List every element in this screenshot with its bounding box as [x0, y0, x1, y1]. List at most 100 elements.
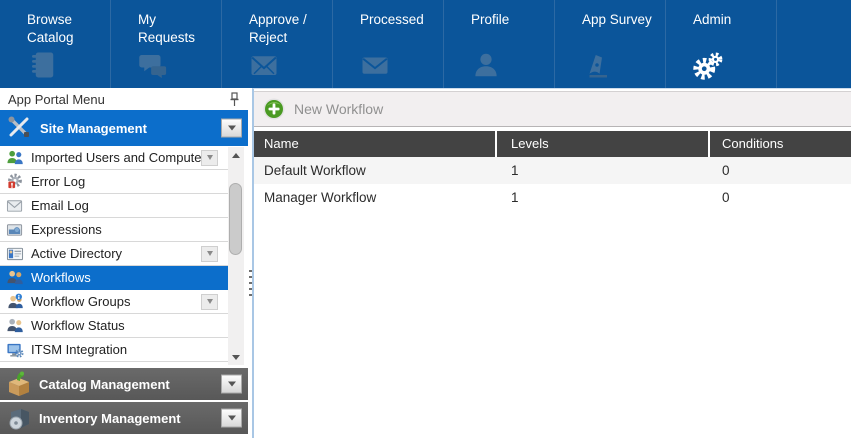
section-expand-button[interactable] — [221, 375, 242, 394]
sidebar-title: App Portal Menu — [8, 92, 105, 107]
imported-users-icon — [5, 149, 25, 166]
nav-label: Admin — [693, 11, 770, 29]
nav-label: Profile — [471, 11, 548, 29]
nav-label: App Survey — [582, 11, 659, 29]
section-expand-button[interactable] — [221, 409, 242, 428]
workflows-people-icon — [5, 269, 25, 286]
nav-item-profile[interactable]: Profile — [444, 0, 555, 88]
nav-label: Processed — [360, 11, 437, 29]
sidebar-header: App Portal Menu — [0, 88, 248, 110]
scrollbar-thumb[interactable] — [229, 183, 242, 255]
section-label: Inventory Management — [39, 411, 181, 426]
sidebar-section-catalog-management[interactable]: Catalog Management — [0, 368, 248, 400]
app-portal-window: Browse Catalog My Requests Approve / Rej… — [0, 0, 851, 438]
gears-icon — [693, 50, 723, 80]
email-envelope-icon — [5, 197, 25, 214]
sidebar: App Portal Menu Site Management — [0, 88, 248, 438]
column-header-conditions[interactable]: Conditions — [710, 131, 851, 157]
chevron-down-icon — [228, 382, 236, 387]
tools-icon — [5, 114, 35, 142]
sidebar-scrollbar[interactable] — [228, 147, 244, 365]
menu-item-label: Workflow Groups — [31, 294, 130, 309]
menu-item-label: Workflows — [31, 270, 91, 285]
sidebar-item-imported-users-and-computers[interactable]: Imported Users and Computers — [0, 146, 228, 170]
chevron-up-icon — [232, 153, 240, 158]
sidebar-item-email-log[interactable]: Email Log — [0, 194, 228, 218]
sidebar-item-itsm-integration[interactable]: ITSM Integration — [0, 338, 228, 362]
item-dropdown-button[interactable] — [201, 246, 218, 262]
pen-nib-icon — [582, 50, 612, 80]
content-area: App Portal Menu Site Management — [0, 88, 851, 438]
menu-list: Imported Users and Computers — [0, 146, 228, 362]
nav-item-app-survey[interactable]: App Survey — [555, 0, 666, 88]
chevron-down-icon — [207, 251, 213, 256]
cell-conditions: 0 — [710, 184, 851, 211]
site-management-menu: Imported Users and Computers — [0, 146, 248, 366]
nav-label: Approve / Reject — [249, 11, 326, 46]
scroll-up-button[interactable] — [228, 147, 244, 163]
nav-item-browse-catalog[interactable]: Browse Catalog — [0, 0, 111, 88]
menu-item-label: Error Log — [31, 174, 85, 189]
section-collapse-button[interactable] — [221, 119, 242, 138]
table-row-default-workflow[interactable]: Default Workflow 1 0 — [254, 157, 851, 184]
sidebar-item-workflow-groups[interactable]: Workflow Groups — [0, 290, 228, 314]
workflow-groups-icon — [5, 293, 25, 310]
table-header-row: Name Levels Conditions — [254, 131, 851, 157]
cell-name: Default Workflow — [254, 157, 497, 184]
item-dropdown-button[interactable] — [201, 150, 218, 166]
sidebar-item-expressions[interactable]: Expressions — [0, 218, 228, 242]
nav-label: My Requests — [138, 11, 215, 46]
expressions-window-icon — [5, 221, 25, 238]
splitter-grip-icon — [249, 270, 252, 298]
chat-bubbles-icon — [138, 50, 168, 80]
sidebar-section-site-management[interactable]: Site Management — [0, 110, 248, 146]
sidebar-item-workflows[interactable]: Workflows — [0, 266, 228, 290]
workflow-toolbar: New Workflow — [254, 91, 851, 127]
itsm-monitor-icon — [5, 341, 25, 358]
person-icon — [471, 50, 501, 80]
menu-item-label: Expressions — [31, 222, 102, 237]
new-workflow-label: New Workflow — [294, 101, 383, 117]
sidebar-section-inventory-management[interactable]: Inventory Management — [0, 402, 248, 434]
scroll-down-button[interactable] — [228, 349, 244, 365]
cell-levels: 1 — [497, 157, 710, 184]
nav-item-approve-reject[interactable]: Approve / Reject — [222, 0, 333, 88]
menu-item-label: Active Directory — [31, 246, 122, 261]
sidebar-item-workflow-status[interactable]: Workflow Status — [0, 314, 228, 338]
nav-item-processed[interactable]: Processed — [333, 0, 444, 88]
chevron-down-icon — [228, 416, 236, 421]
top-navigation: Browse Catalog My Requests Approve / Rej… — [0, 0, 851, 88]
column-header-name[interactable]: Name — [254, 131, 497, 157]
cell-levels: 1 — [497, 184, 710, 211]
panel-splitter[interactable] — [248, 88, 252, 438]
catalog-box-icon — [4, 370, 34, 398]
column-header-levels[interactable]: Levels — [497, 131, 710, 157]
green-plus-icon — [263, 98, 285, 120]
new-workflow-button[interactable]: New Workflow — [263, 98, 383, 120]
chevron-down-icon — [228, 126, 236, 131]
workflows-panel: New Workflow Name Levels Conditions Defa… — [252, 88, 851, 438]
pin-icon[interactable] — [229, 92, 240, 107]
sidebar-item-error-log[interactable]: Error Log — [0, 170, 228, 194]
section-label: Site Management — [40, 121, 147, 136]
chevron-down-icon — [207, 155, 213, 160]
directory-card-icon — [5, 245, 25, 262]
cell-conditions: 0 — [710, 157, 851, 184]
menu-item-label: Workflow Status — [31, 318, 125, 333]
menu-item-label: Email Log — [31, 198, 89, 213]
envelope-icon — [360, 50, 390, 80]
nav-item-my-requests[interactable]: My Requests — [111, 0, 222, 88]
catalog-book-icon — [27, 50, 57, 80]
sidebar-item-active-directory[interactable]: Active Directory — [0, 242, 228, 266]
table-row-manager-workflow[interactable]: Manager Workflow 1 0 — [254, 184, 851, 211]
nav-spacer — [777, 0, 851, 88]
chevron-down-icon — [207, 299, 213, 304]
workflow-status-icon — [5, 317, 25, 334]
error-gear-icon — [5, 173, 25, 190]
section-label: Catalog Management — [39, 377, 170, 392]
nav-item-admin[interactable]: Admin — [666, 0, 777, 88]
item-dropdown-button[interactable] — [201, 294, 218, 310]
inventory-disc-icon — [4, 404, 34, 432]
cell-name: Manager Workflow — [254, 184, 497, 211]
menu-item-label: Imported Users and Computers — [31, 150, 212, 165]
